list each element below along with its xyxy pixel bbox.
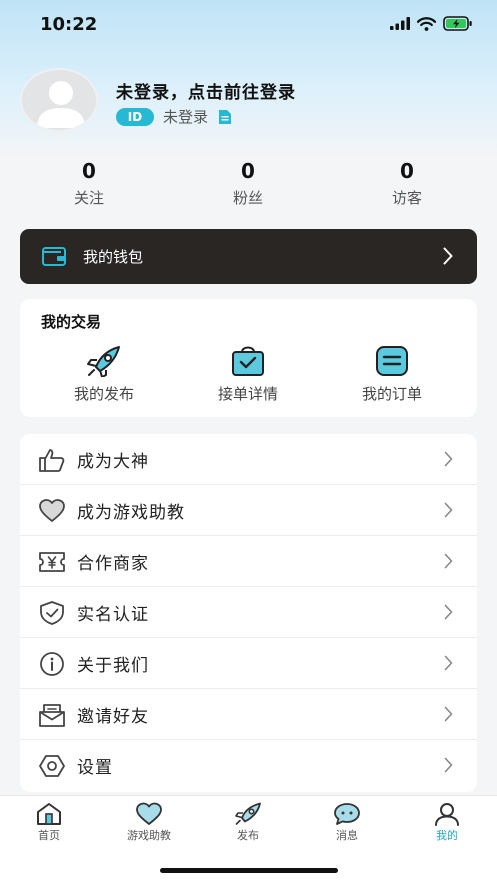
stat-value: 0 — [241, 159, 255, 183]
my-orders-button[interactable]: 我的订单 — [337, 345, 447, 404]
user-icon — [435, 803, 459, 826]
my-posts-button[interactable]: 我的发布 — [49, 345, 159, 404]
crown-hand-icon — [39, 449, 65, 472]
menu-item-about-us[interactable]: 关于我们 — [20, 638, 477, 689]
menu-item-become-master[interactable]: 成为大神 — [20, 434, 477, 485]
chevron-right-icon — [444, 451, 453, 467]
status-bar: 10:22 — [0, 0, 497, 52]
status-time: 10:22 — [40, 14, 98, 35]
rocket-icon — [87, 346, 120, 377]
menu-label: 邀请好友 — [77, 707, 149, 727]
stat-following[interactable]: 0 关注 — [39, 158, 139, 208]
copy-document-icon[interactable] — [218, 109, 232, 125]
wallet-label: 我的钱包 — [83, 248, 144, 266]
tab-home[interactable]: 首页 — [4, 802, 94, 843]
tab-label: 发布 — [237, 829, 259, 842]
chevron-right-icon — [443, 247, 453, 265]
tab-label: 我的 — [436, 829, 458, 842]
user-id-text: 未登录 — [163, 108, 209, 126]
chevron-right-icon — [444, 757, 453, 773]
settings-hexagon-icon — [39, 755, 65, 777]
chevron-right-icon — [444, 706, 453, 722]
shield-check-icon — [40, 601, 64, 625]
tab-label: 首页 — [38, 829, 60, 842]
id-badge: ID — [116, 107, 154, 126]
trade-label: 我的订单 — [361, 385, 422, 403]
status-icons — [390, 16, 473, 31]
trade-label: 我的发布 — [73, 385, 134, 403]
avatar[interactable] — [20, 68, 98, 134]
order-details-button[interactable]: 接单详情 — [193, 345, 303, 404]
wifi-icon — [417, 16, 436, 31]
trade-title: 我的交易 — [41, 313, 102, 331]
menu-label: 成为大神 — [77, 452, 149, 472]
tab-label: 游戏助教 — [127, 829, 171, 842]
stat-value: 0 — [82, 159, 96, 183]
menu-label: 关于我们 — [77, 656, 149, 676]
tab-mine[interactable]: 我的 — [402, 802, 492, 843]
menu-label: 成为游戏助教 — [77, 503, 185, 523]
menu-list: 成为大神 成为游戏助教 合作商家 实名认证 关于我们 邀请好友 设置 — [20, 434, 477, 792]
stat-label: 粉丝 — [232, 189, 263, 207]
menu-item-invite-friends[interactable]: 邀请好友 — [20, 689, 477, 740]
chevron-right-icon — [444, 655, 453, 671]
chat-icon — [334, 803, 360, 825]
cellular-signal-icon — [390, 17, 410, 30]
menu-item-settings[interactable]: 设置 — [20, 740, 477, 791]
login-prompt[interactable]: 未登录，点击前往登录 — [116, 78, 296, 103]
tab-game-coach[interactable]: 游戏助教 — [104, 802, 194, 843]
tab-label: 消息 — [336, 829, 358, 842]
menu-label: 合作商家 — [77, 554, 149, 574]
stat-label: 访客 — [391, 189, 422, 207]
user-id-row: ID 未登录 — [116, 106, 232, 127]
bag-check-icon — [232, 346, 264, 376]
menu-item-partner-merchants[interactable]: 合作商家 — [20, 536, 477, 587]
heart-icon — [136, 802, 162, 825]
menu-label: 实名认证 — [77, 605, 149, 625]
default-avatar-icon — [37, 81, 85, 128]
stat-label: 关注 — [73, 189, 104, 207]
my-trade-card: 我的交易 我的发布 接单详情 我的订单 — [20, 299, 477, 417]
tab-publish[interactable]: 发布 — [203, 802, 293, 843]
battery-charging-icon — [443, 16, 472, 31]
chevron-right-icon — [444, 553, 453, 569]
stats-row: 0 关注 0 粉丝 0 访客 — [0, 158, 497, 214]
yen-ticket-icon — [39, 552, 65, 572]
rocket-icon — [235, 802, 261, 825]
home-indicator — [160, 868, 338, 873]
profile-header[interactable]: 未登录，点击前往登录 ID 未登录 — [20, 68, 480, 134]
chevron-right-icon — [444, 502, 453, 518]
info-icon — [40, 652, 64, 676]
stat-value: 0 — [400, 159, 414, 183]
heart-icon — [39, 499, 65, 522]
stat-visitors[interactable]: 0 访客 — [357, 158, 457, 208]
order-list-icon — [376, 346, 408, 376]
chevron-right-icon — [444, 604, 453, 620]
stat-fans[interactable]: 0 粉丝 — [198, 158, 298, 208]
invite-mail-icon — [39, 704, 65, 727]
trade-label: 接单详情 — [217, 385, 278, 403]
menu-item-real-name-verification[interactable]: 实名认证 — [20, 587, 477, 638]
wallet-button[interactable]: 我的钱包 — [20, 229, 477, 284]
menu-label: 设置 — [77, 758, 113, 778]
tab-messages[interactable]: 消息 — [302, 802, 392, 843]
wallet-icon — [42, 247, 66, 266]
home-icon — [37, 803, 61, 825]
menu-item-become-coach[interactable]: 成为游戏助教 — [20, 485, 477, 536]
